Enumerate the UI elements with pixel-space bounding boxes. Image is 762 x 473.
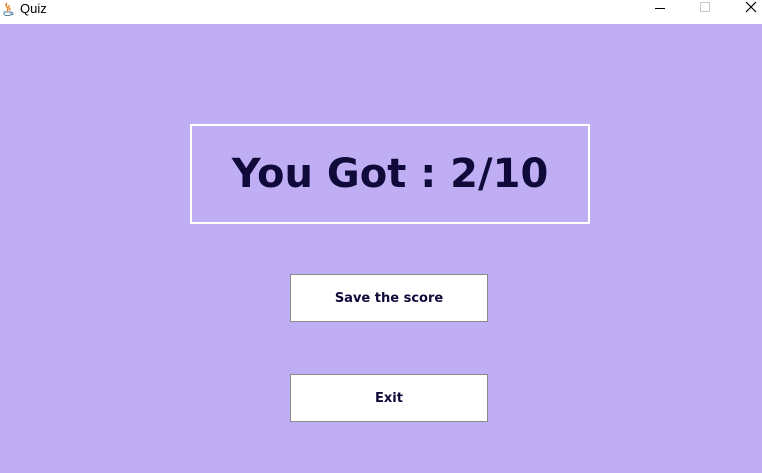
maximize-icon xyxy=(700,2,710,12)
score-box: You Got : 2/10 xyxy=(190,124,590,224)
score-label: You Got : 2/10 xyxy=(231,151,549,197)
maximize-button[interactable] xyxy=(683,0,729,18)
window-title: Quiz xyxy=(20,1,47,16)
exit-button[interactable]: Exit xyxy=(290,374,488,422)
minimize-icon xyxy=(655,8,665,9)
close-icon xyxy=(745,1,757,13)
quiz-result-panel: You Got : 2/10 Save the score Exit xyxy=(0,24,762,473)
close-button[interactable] xyxy=(729,0,762,18)
quiz-window: Quiz You Got : 2/10 Save the score Exit xyxy=(0,0,762,473)
save-score-button[interactable]: Save the score xyxy=(290,274,488,322)
java-coffee-icon xyxy=(1,1,15,17)
title-bar[interactable]: Quiz xyxy=(0,0,762,24)
minimize-button[interactable] xyxy=(638,0,684,18)
